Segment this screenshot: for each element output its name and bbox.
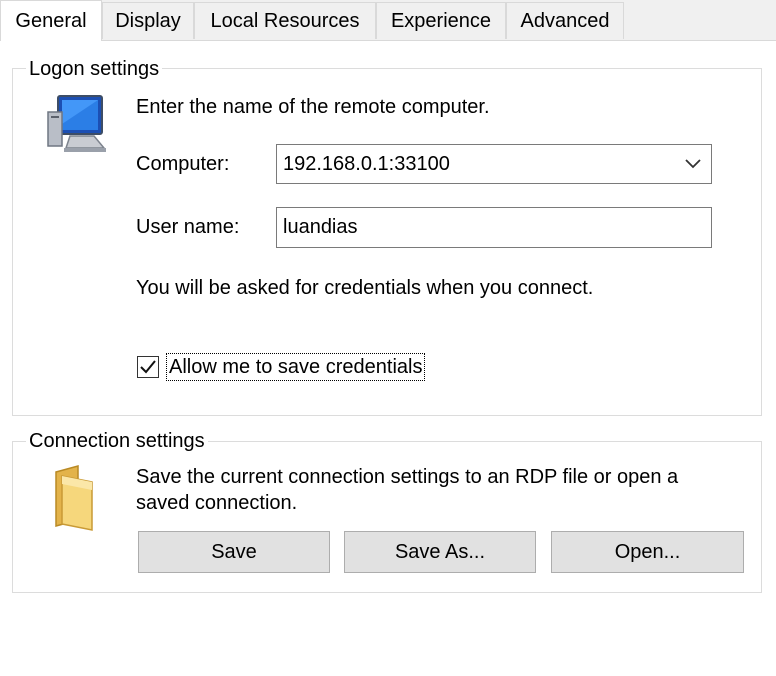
tab-local-resources[interactable]: Local Resources bbox=[194, 2, 376, 39]
tab-strip: General Display Local Resources Experien… bbox=[0, 0, 776, 41]
username-label: User name: bbox=[136, 216, 240, 238]
tab-experience[interactable]: Experience bbox=[376, 2, 506, 39]
tab-advanced[interactable]: Advanced bbox=[506, 2, 624, 39]
save-button[interactable]: Save bbox=[138, 531, 330, 573]
computer-label: Computer: bbox=[136, 153, 230, 175]
username-value: luandias bbox=[283, 216, 358, 238]
tab-experience-label: Experience bbox=[390, 9, 492, 32]
checkmark-icon bbox=[140, 360, 156, 374]
tab-display-label: Display bbox=[115, 9, 181, 32]
save-credentials-label[interactable]: Allow me to save credentials bbox=[166, 353, 426, 381]
save-credentials-checkbox[interactable] bbox=[137, 356, 159, 378]
logon-instruction: Enter the name of the remote computer. bbox=[136, 96, 490, 118]
open-button-label: Open... bbox=[614, 540, 681, 563]
connection-description-line1: Save the current connection settings to … bbox=[136, 466, 679, 488]
computer-combobox[interactable]: 192.168.0.1:33100 bbox=[276, 144, 712, 184]
tab-general-label: General bbox=[15, 9, 87, 32]
open-button[interactable]: Open... bbox=[551, 531, 744, 573]
save-as-button[interactable]: Save As... bbox=[344, 531, 536, 573]
folder-icon bbox=[55, 465, 93, 531]
logon-settings-legend: Logon settings bbox=[26, 57, 163, 81]
connection-settings-legend: Connection settings bbox=[26, 429, 208, 453]
save-as-button-label: Save As... bbox=[394, 540, 486, 563]
remote-computer-icon bbox=[47, 95, 106, 152]
tab-advanced-label: Advanced bbox=[520, 9, 610, 32]
save-button-label: Save bbox=[211, 540, 257, 563]
connection-description-line2: saved connection. bbox=[136, 492, 298, 514]
tab-local-resources-label: Local Resources bbox=[210, 9, 360, 32]
chevron-down-icon[interactable] bbox=[683, 154, 703, 174]
tab-general[interactable]: General bbox=[0, 0, 102, 41]
credentials-note: You will be asked for credentials when y… bbox=[136, 277, 594, 299]
tab-display[interactable]: Display bbox=[102, 2, 194, 39]
username-input[interactable]: luandias bbox=[276, 207, 712, 248]
computer-value: 192.168.0.1:33100 bbox=[283, 152, 450, 175]
